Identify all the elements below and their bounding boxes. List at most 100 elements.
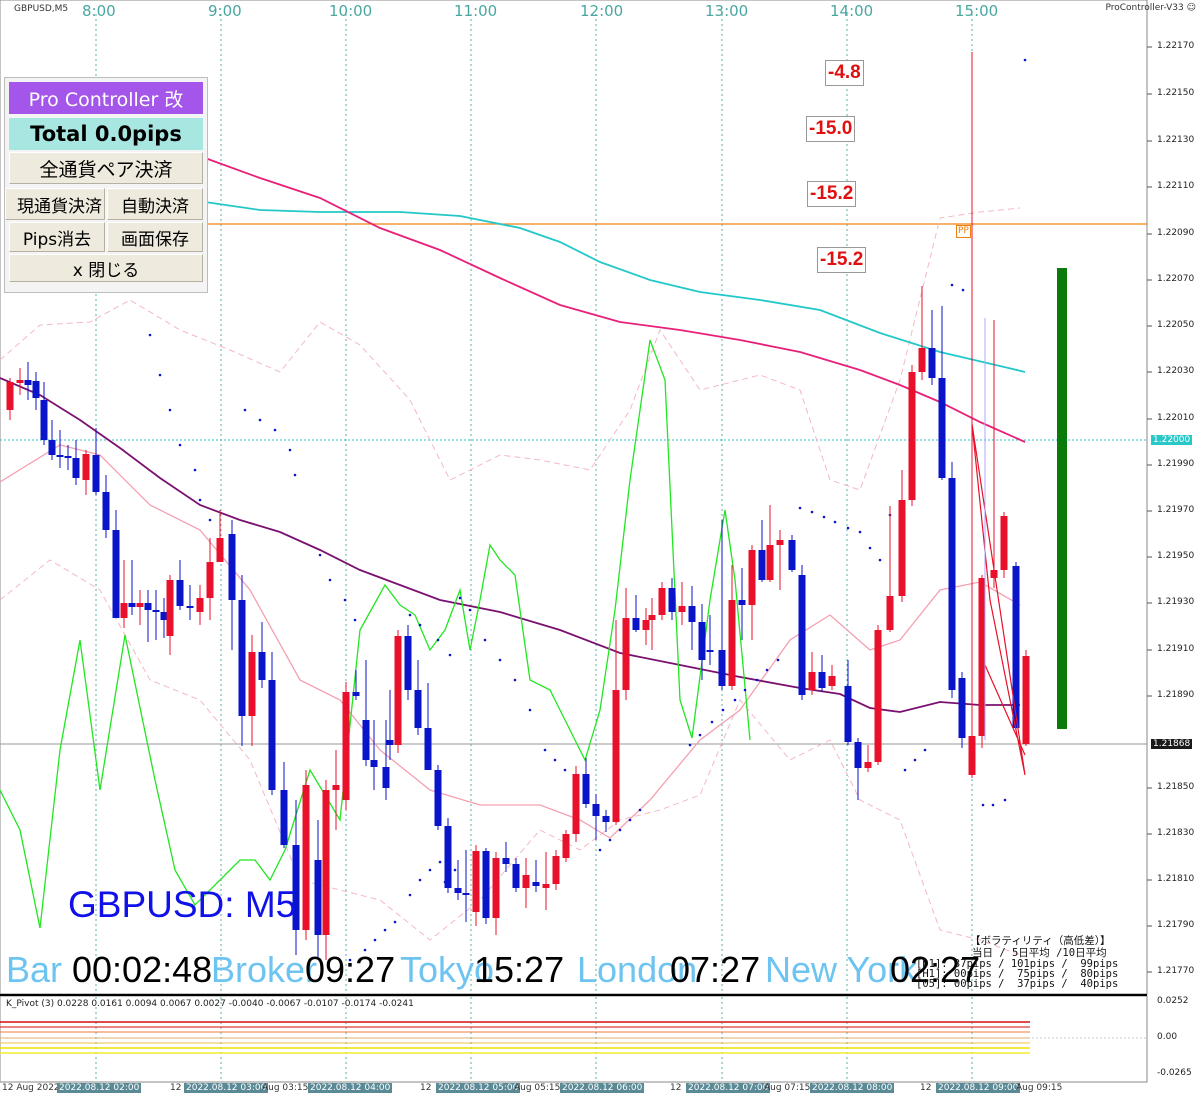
candle-body	[622, 618, 630, 690]
time-axis-label: 2022.08.12 07:00	[686, 1083, 771, 1093]
sar-dot	[765, 668, 769, 672]
close-panel-button[interactable]: x 閉じる	[9, 254, 203, 282]
sar-dot	[458, 596, 462, 600]
close-all-pairs-button[interactable]: 全通貨ペア決済	[9, 152, 203, 184]
candlestick	[758, 520, 766, 582]
sar-dot	[913, 758, 917, 762]
candle-body	[82, 454, 90, 480]
candlestick	[828, 665, 836, 690]
candle-body	[706, 650, 714, 652]
pl-label: -15.2	[807, 181, 857, 207]
candlestick	[688, 586, 696, 650]
hour-label: 10:00	[329, 2, 373, 20]
candle-body	[592, 804, 600, 816]
candlestick	[302, 770, 310, 940]
candle-body	[128, 603, 136, 607]
hour-label: 15:00	[955, 2, 999, 20]
candle-body	[16, 380, 24, 383]
sar-dot	[418, 623, 422, 627]
candlestick	[928, 310, 936, 385]
candlestick	[532, 860, 540, 892]
candlestick	[6, 378, 14, 420]
candle-body	[552, 856, 560, 884]
candlestick	[382, 720, 390, 800]
sar-dot	[846, 526, 850, 530]
candle-body	[854, 742, 862, 768]
candle-body	[196, 598, 204, 612]
candlestick	[186, 585, 194, 620]
candle-body	[120, 603, 128, 618]
candlestick	[206, 538, 214, 620]
candle-body	[404, 636, 412, 690]
candle-body	[186, 606, 194, 608]
price-tick: 1.21970	[1157, 505, 1195, 515]
candlestick	[370, 720, 378, 790]
candle-body	[216, 538, 224, 562]
save-screen-button[interactable]: 画面保存	[107, 222, 203, 252]
ma-purple	[0, 377, 1020, 713]
candlestick	[968, 52, 976, 778]
candle-body	[958, 678, 966, 738]
candlestick	[582, 758, 590, 808]
candle-body	[502, 858, 510, 864]
candle-body	[918, 348, 926, 372]
indicator-tick: -0.0265	[1157, 1068, 1192, 1078]
candle-body	[1012, 566, 1020, 728]
sar-dot	[408, 613, 412, 617]
sar-dot	[628, 818, 632, 822]
sar-dot	[343, 598, 347, 602]
candle-body	[642, 620, 650, 630]
candle-body	[648, 615, 656, 620]
candlestick	[362, 660, 370, 766]
candlestick	[648, 598, 656, 650]
sar-dot	[288, 448, 292, 452]
sar-dot	[858, 530, 862, 534]
candlestick	[72, 440, 80, 485]
candlestick	[454, 860, 462, 900]
candle-body	[532, 882, 540, 886]
candlestick	[898, 470, 906, 602]
price-tick: 1.21950	[1157, 551, 1195, 561]
pl-label: -15.0	[806, 116, 856, 142]
sar-dot	[878, 558, 882, 562]
sar-dot	[193, 468, 197, 472]
candlestick	[798, 565, 806, 700]
candle-body	[424, 728, 432, 770]
candlestick	[492, 852, 500, 935]
candle-body	[56, 455, 64, 457]
volatility-m5: [05]: 00pips / 37pips / 40pips	[916, 978, 1119, 990]
candle-body	[844, 686, 852, 742]
auto-close-button[interactable]: 自動決済	[107, 188, 203, 220]
candlestick	[562, 830, 570, 862]
candle-body	[582, 774, 590, 804]
candlestick	[748, 545, 756, 640]
sar-dot	[198, 498, 202, 502]
candlestick	[728, 565, 736, 690]
candle-body	[798, 575, 806, 695]
candle-body	[394, 636, 402, 745]
oscillator-line	[0, 339, 751, 929]
pl-label: -15.2	[817, 247, 867, 273]
sar-dot	[903, 768, 907, 772]
close-current-pair-button[interactable]: 現通貨決済	[5, 188, 105, 220]
candlestick	[592, 794, 600, 840]
candle-body	[48, 440, 56, 455]
price-tick: 1.22050	[1157, 320, 1195, 330]
erase-pips-button[interactable]: Pips消去	[9, 222, 105, 252]
hour-label: 9:00	[208, 2, 242, 20]
price-tick: 1.22130	[1157, 135, 1195, 145]
indicator-title: K_Pivot (3) 0.0228 0.0161 0.0094 0.0067 …	[6, 999, 414, 1009]
candle-body	[928, 348, 936, 378]
candlestick	[552, 850, 560, 890]
candle-body	[248, 652, 256, 716]
sar-dot	[543, 748, 547, 752]
sar-dot	[698, 733, 702, 737]
candlestick	[808, 652, 816, 695]
price-tick: 1.22090	[1157, 228, 1195, 238]
candlestick	[1012, 562, 1020, 730]
candlestick	[238, 575, 246, 746]
candlestick	[352, 670, 360, 700]
candlestick	[228, 520, 236, 650]
sar-dot	[418, 878, 422, 882]
candle-body	[370, 760, 378, 767]
